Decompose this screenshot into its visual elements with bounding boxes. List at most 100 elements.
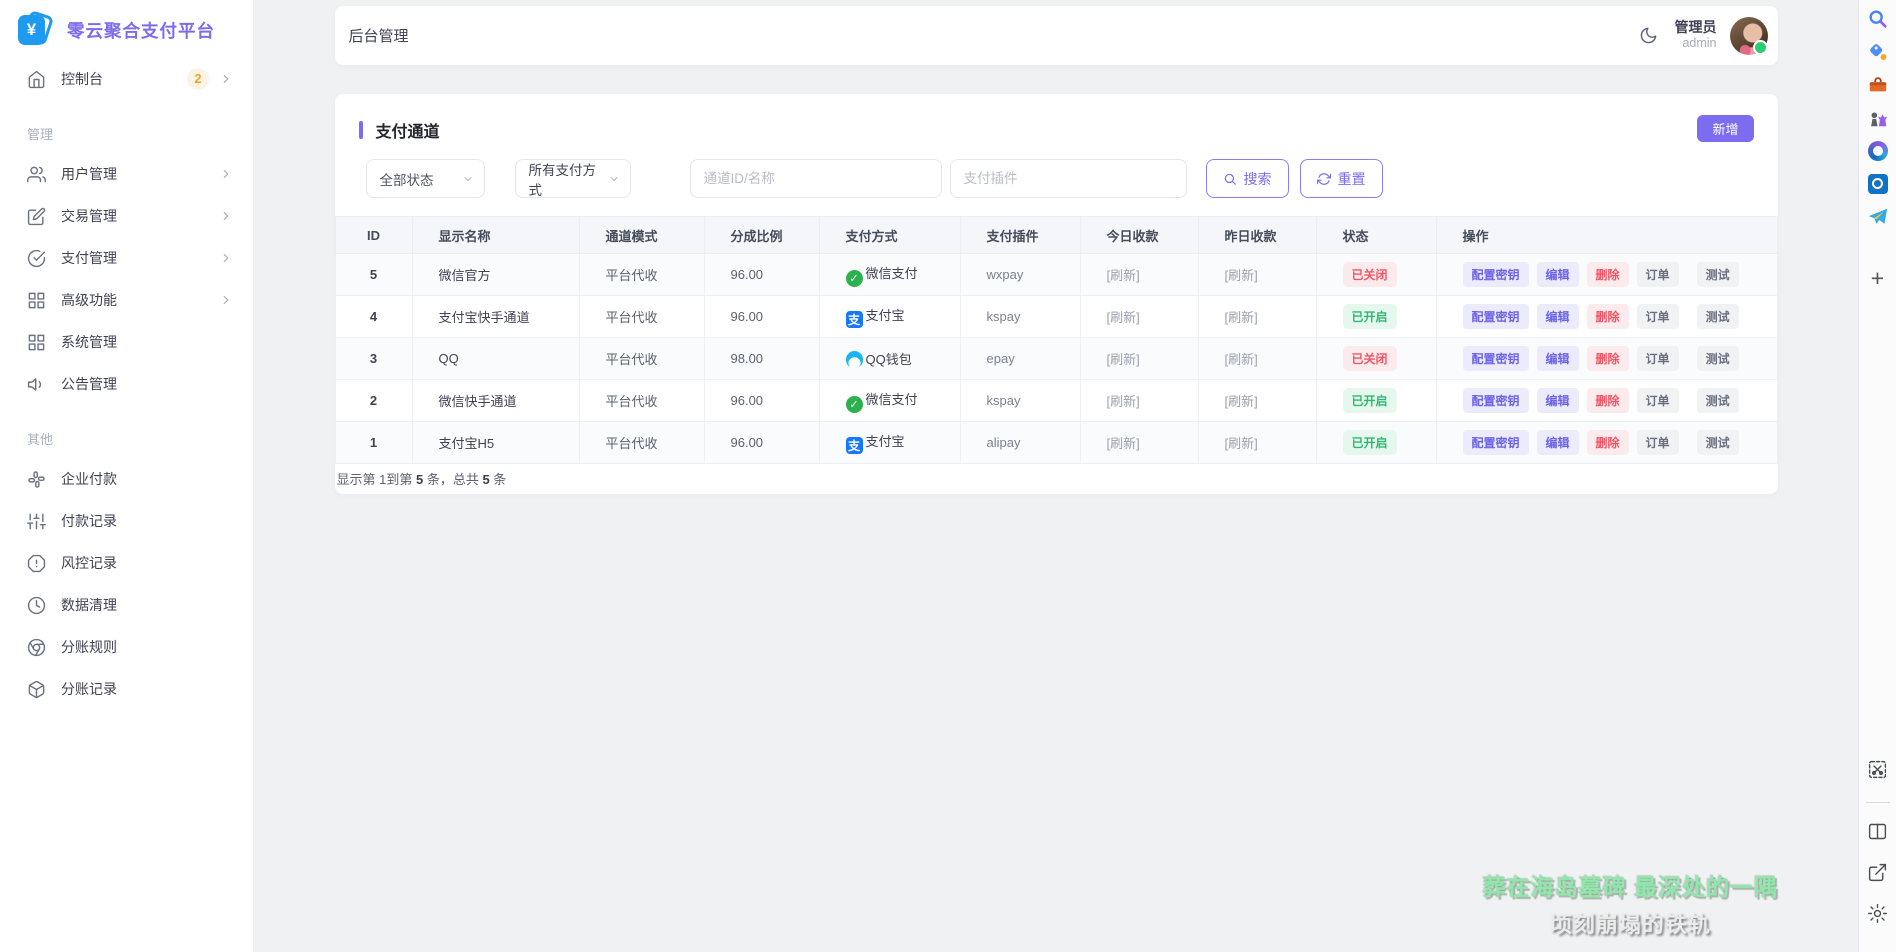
office-icon[interactable]	[1866, 139, 1890, 163]
top-header-bar: 后台管理 管理员 admin	[335, 6, 1778, 65]
test-button[interactable]: 测试	[1697, 346, 1739, 371]
orders-button[interactable]: 订单	[1637, 304, 1679, 329]
sidebar-item-label: 系统管理	[61, 332, 233, 352]
split-view-icon[interactable]	[1866, 819, 1890, 843]
refresh-yesterday-link[interactable]: [刷新]	[1225, 436, 1258, 451]
orders-button[interactable]: 订单	[1637, 388, 1679, 413]
browser-extension-strip: +	[1858, 0, 1896, 952]
payment-method-select[interactable]: 所有支付方式	[515, 159, 631, 198]
configure-keys-button[interactable]: 配置密钥	[1463, 262, 1529, 287]
outlook-icon[interactable]	[1866, 172, 1890, 196]
sidebar-item-payment-management[interactable]: 支付管理	[0, 237, 253, 279]
delete-button[interactable]: 删除	[1587, 304, 1629, 329]
delete-button[interactable]: 删除	[1587, 262, 1629, 287]
refresh-today-link[interactable]: [刷新]	[1107, 268, 1140, 283]
user-menu[interactable]: 管理员 admin	[1675, 19, 1717, 52]
search-icon[interactable]	[1866, 7, 1890, 31]
sidebar-item-data-cleanup[interactable]: 数据清理	[0, 584, 253, 626]
sidebar-item-label: 付款记录	[61, 511, 233, 531]
sidebar-item-advanced-features[interactable]: 高级功能	[0, 279, 253, 321]
status-badge: 已开启	[1343, 388, 1397, 413]
test-button[interactable]: 测试	[1697, 430, 1739, 455]
test-button[interactable]: 测试	[1697, 262, 1739, 287]
configure-keys-button[interactable]: 配置密钥	[1463, 346, 1529, 371]
refresh-yesterday-link[interactable]: [刷新]	[1225, 352, 1258, 367]
configure-keys-button[interactable]: 配置密钥	[1463, 304, 1529, 329]
sidebar-item-enterprise-payment[interactable]: 企业付款	[0, 458, 253, 500]
table-row: 3 QQ 平台代收 98.00 QQ钱包 epay [刷新] [刷新] 已关闭 …	[335, 338, 1777, 380]
alipay-icon	[846, 437, 863, 454]
alert-octagon-icon	[27, 554, 46, 573]
app-logo[interactable]: ¥ 零云聚合支付平台	[0, 0, 253, 58]
orders-button[interactable]: 订单	[1637, 346, 1679, 371]
edit-button[interactable]: 编辑	[1537, 388, 1579, 413]
delete-button[interactable]: 删除	[1587, 346, 1629, 371]
sidebar-item-trade-management[interactable]: 交易管理	[0, 195, 253, 237]
open-external-icon[interactable]	[1866, 860, 1890, 884]
toolbox-icon[interactable]	[1866, 73, 1890, 97]
telegram-icon[interactable]	[1866, 205, 1890, 229]
orders-button[interactable]: 订单	[1637, 262, 1679, 287]
add-button[interactable]: 新增	[1697, 115, 1753, 142]
main-area: 后台管理 管理员 admin 支付通道 新增	[254, 0, 1858, 952]
test-button[interactable]: 测试	[1697, 304, 1739, 329]
edit-button[interactable]: 编辑	[1537, 346, 1579, 371]
add-extension-icon[interactable]: +	[1866, 266, 1890, 290]
sidebar-item-label: 交易管理	[61, 206, 219, 226]
column-header: 支付方式	[819, 217, 960, 254]
refresh-yesterday-link[interactable]: [刷新]	[1225, 310, 1258, 325]
settings-gear-icon[interactable]	[1866, 901, 1890, 925]
search-icon	[1223, 172, 1237, 186]
refresh-today-link[interactable]: [刷新]	[1107, 310, 1140, 325]
configure-keys-button[interactable]: 配置密钥	[1463, 388, 1529, 413]
search-button[interactable]: 搜索	[1206, 159, 1289, 198]
wechat-pay-icon	[846, 396, 863, 413]
refresh-today-link[interactable]: [刷新]	[1107, 394, 1140, 409]
sidebar-item-user-management[interactable]: 用户管理	[0, 153, 253, 195]
configure-keys-button[interactable]: 配置密钥	[1463, 430, 1529, 455]
column-header: 操作	[1436, 217, 1777, 254]
sidebar-item-console[interactable]: 控制台 2	[0, 58, 253, 100]
dark-mode-toggle[interactable]	[1636, 23, 1662, 49]
sidebar-item-payment-records[interactable]: 付款记录	[0, 500, 253, 542]
edit-button[interactable]: 编辑	[1537, 430, 1579, 455]
refresh-yesterday-link[interactable]: [刷新]	[1225, 394, 1258, 409]
channel-id-input[interactable]	[690, 159, 942, 198]
users-icon	[27, 165, 46, 184]
tag-icon[interactable]	[1866, 40, 1890, 64]
sidebar-item-split-records[interactable]: 分账记录	[0, 668, 253, 710]
sidebar-item-system-management[interactable]: 系统管理	[0, 321, 253, 363]
pagination-summary: 显示第 1到第 5 条，总共 5 条	[335, 464, 1778, 490]
delete-button[interactable]: 删除	[1587, 430, 1629, 455]
sidebar-item-announcement-management[interactable]: 公告管理	[0, 363, 253, 405]
sliders-icon	[27, 512, 46, 531]
speaker-icon	[27, 375, 46, 394]
avatar[interactable]	[1730, 17, 1768, 55]
table-row: 5 微信官方 平台代收 96.00 微信支付 wxpay [刷新] [刷新] 已…	[335, 254, 1777, 296]
sidebar-item-risk-records[interactable]: 风控记录	[0, 542, 253, 584]
delete-button[interactable]: 删除	[1587, 388, 1629, 413]
screenshot-icon[interactable]	[1866, 757, 1890, 781]
sidebar-item-label: 风控记录	[61, 553, 233, 573]
edit-button[interactable]: 编辑	[1537, 262, 1579, 287]
sidebar-item-label: 支付管理	[61, 248, 219, 268]
chess-icon[interactable]	[1866, 106, 1890, 130]
plugin-input[interactable]	[950, 159, 1187, 198]
orders-button[interactable]: 订单	[1637, 430, 1679, 455]
panel-title: 支付通道	[376, 118, 440, 142]
slack-icon	[27, 470, 46, 489]
chevron-right-icon	[219, 251, 233, 265]
column-header: 昨日收款	[1198, 217, 1316, 254]
table-row: 1 支付宝H5 平台代收 96.00 支付宝 alipay [刷新] [刷新] …	[335, 422, 1777, 464]
payment-method-select-value: 所有支付方式	[529, 159, 602, 199]
sidebar-item-split-rules[interactable]: 分账规则	[0, 626, 253, 668]
test-button[interactable]: 测试	[1697, 388, 1739, 413]
refresh-today-link[interactable]: [刷新]	[1107, 436, 1140, 451]
wechat-pay-icon	[846, 270, 863, 287]
refresh-today-link[interactable]: [刷新]	[1107, 352, 1140, 367]
refresh-yesterday-link[interactable]: [刷新]	[1225, 268, 1258, 283]
chevron-right-icon	[219, 209, 233, 223]
edit-button[interactable]: 编辑	[1537, 304, 1579, 329]
status-select[interactable]: 全部状态	[366, 159, 485, 198]
reset-button[interactable]: 重置	[1300, 159, 1383, 198]
